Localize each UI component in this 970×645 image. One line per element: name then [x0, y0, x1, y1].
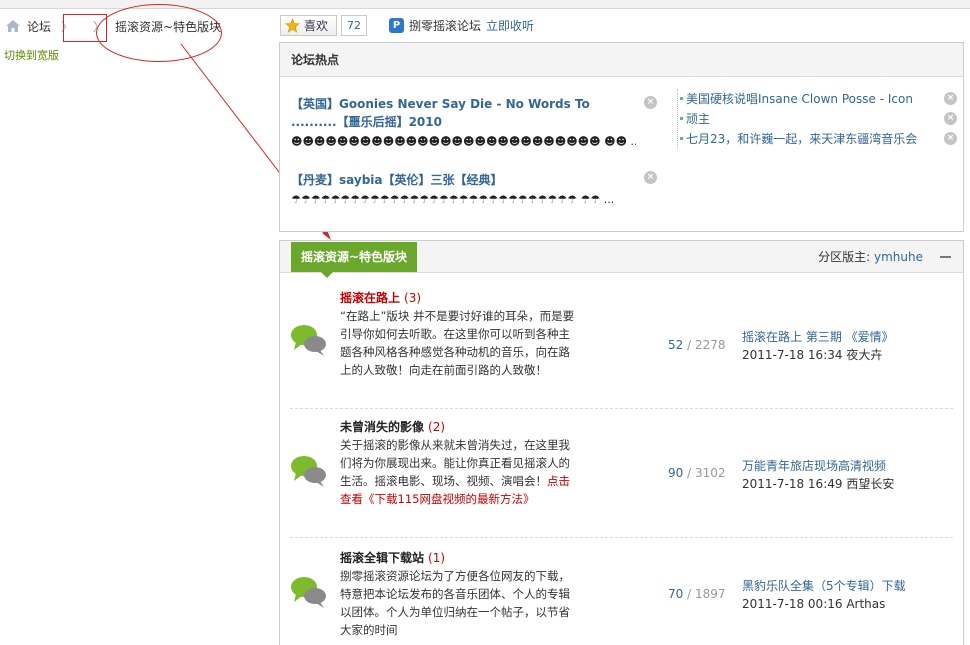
- hot-item: 【英国】Goonies Never Say Die - No Words To …: [291, 95, 636, 149]
- forum-stats: 52 / 2278: [668, 338, 726, 352]
- radio-icon: P: [389, 17, 405, 33]
- forum-row: 摇滚在路上 (3) “在路上”版块 并不是要讨好谁的耳朵，而是要引导你如何去听歌。…: [290, 289, 953, 409]
- annotation-ellipse: [96, 4, 222, 62]
- hot-item-desc: ☻☻☻☻☻☻☻☻☻☻☻☻☻☻☻☻☻☻☻☻☻☻☻☻☻☻☻ ☻☻ ...: [291, 135, 636, 148]
- like-button[interactable]: 喜欢: [280, 14, 338, 36]
- forum-row: 未曾消失的影像 (2) 关于摇滚的影像从来就未曾消失过，在这里我们将为你展现出来。…: [290, 418, 953, 538]
- last-post-meta: 2011-7-18 16:34 夜大卉: [742, 348, 883, 362]
- last-post-title[interactable]: 黑豹乐队全集（5个专辑）下载: [742, 577, 952, 595]
- category-tab-label: 摇滚资源~特色版块: [301, 250, 408, 264]
- hot-right-item[interactable]: 美国硬核说唱Insane Clown Posse - Icon ×: [680, 89, 959, 109]
- moderator-label: 分区版主:: [818, 250, 871, 264]
- switch-wide-link[interactable]: 切换到宽版: [4, 47, 59, 63]
- thread-count: 90: [668, 466, 684, 480]
- category-tab[interactable]: 摇滚资源~特色版块: [291, 242, 418, 278]
- last-post: 万能青年旅店现场高清视频 2011-7-18 16:49 西望长安: [742, 457, 952, 493]
- caret-icon: [321, 272, 333, 278]
- like-label: 喜欢: [304, 18, 329, 33]
- radio-widget[interactable]: P 捌零摇滚论坛 立即收听: [389, 17, 534, 34]
- post-count: 3102: [694, 466, 726, 480]
- last-post: 摇滚在路上 第三期 《爱情》 2011-7-18 16:34 夜大卉: [742, 328, 952, 364]
- chat-bubble-icon[interactable]: [290, 454, 328, 488]
- moderator-info: 分区版主: ymhuhe: [818, 241, 923, 273]
- collapse-icon[interactable]: [940, 256, 951, 258]
- chat-bubble-icon[interactable]: [290, 575, 328, 609]
- last-post: 黑豹乐队全集（5个专辑）下载 2011-7-18 00:16 Arthas: [742, 577, 952, 613]
- hot-right-item-label[interactable]: 七月23，和许巍一起，来天津东疆湾音乐会: [686, 132, 917, 146]
- forum-desc: “在路上”版块 并不是要讨好谁的耳朵，而是要引导你如何去听歌。在这里你可以听到各…: [340, 309, 575, 377]
- post-count: 2278: [694, 338, 726, 352]
- forum-new-count: (2): [428, 420, 446, 434]
- forum-name[interactable]: 摇滚全辑下载站 (1): [340, 549, 576, 567]
- home-icon[interactable]: [5, 19, 21, 33]
- hot-item-title[interactable]: 【英国】Goonies Never Say Die - No Words To …: [291, 95, 636, 131]
- hot-right-item-label[interactable]: 顽主: [686, 112, 710, 126]
- radio-name: 捌零摇滚论坛: [409, 18, 482, 33]
- forum-stats: 90 / 3102: [668, 466, 726, 480]
- hot-topics-title: 论坛热点: [280, 43, 963, 77]
- hot-item-desc: ☂☂☂☂☂☂☂☂☂☂☂☂☂☂☂☂☂☂☂☂☂☂☂☂☂☂☂☂☂ ☂☂ ...: [291, 193, 615, 206]
- forum-info: 摇滚全辑下载站 (1) 捌零摇滚资源论坛为了方便各位网友的下载，特意把本论坛发布的…: [340, 549, 576, 639]
- moderator-name[interactable]: ymhuhe: [874, 250, 923, 264]
- last-post-meta: 2011-7-18 00:16 Arthas: [742, 597, 886, 611]
- last-post-meta: 2011-7-18 16:49 西望长安: [742, 477, 895, 491]
- close-icon[interactable]: ×: [944, 112, 957, 125]
- hot-right-list: 美国硬核说唱Insane Clown Posse - Icon × 顽主 × 七…: [677, 89, 959, 149]
- bullet-icon: [680, 97, 683, 100]
- forum-stats: 70 / 1897: [668, 587, 726, 601]
- forum-category-header: 摇滚资源~特色版块 分区版主: ymhuhe: [280, 241, 963, 278]
- chat-bubble-icon[interactable]: [290, 323, 328, 357]
- hot-item-title[interactable]: 【丹麦】saybia【英伦】三张【经典】: [291, 171, 636, 189]
- like-count: 72: [341, 14, 368, 36]
- listen-now-link[interactable]: 立即收听: [486, 17, 534, 34]
- forum-new-count: (1): [428, 551, 446, 565]
- close-icon[interactable]: ×: [644, 96, 657, 109]
- post-count: 1897: [694, 587, 726, 601]
- thread-count: 52: [668, 338, 684, 352]
- forum-desc: 关于摇滚的影像从来就未曾消失过，在这里我们将为你展现出来。能让你真正看见摇滚人的…: [340, 438, 570, 506]
- bullet-icon: [680, 117, 683, 120]
- hot-topics-panel: 论坛热点 【英国】Goonies Never Say Die - No Word…: [279, 42, 964, 232]
- hot-right-item-label[interactable]: 美国硬核说唱Insane Clown Posse - Icon: [686, 92, 913, 106]
- action-bar: 喜欢 72 P 捌零摇滚论坛 立即收听: [280, 14, 534, 36]
- forum-desc: 捌零摇滚资源论坛为了方便各位网友的下载，特意把本论坛发布的各音乐团体、个人的专辑…: [340, 569, 570, 637]
- forum-category-panel: 摇滚资源~特色版块 分区版主: ymhuhe 摇滚在路上 (3) “在路上”版块 …: [279, 240, 964, 645]
- last-post-title[interactable]: 摇滚在路上 第三期 《爱情》: [742, 328, 952, 346]
- breadcrumb-forum-link[interactable]: 论坛: [27, 18, 51, 35]
- thread-count: 70: [668, 587, 684, 601]
- close-icon[interactable]: ×: [644, 171, 657, 184]
- bullet-icon: [680, 137, 683, 140]
- last-post-title[interactable]: 万能青年旅店现场高清视频: [742, 457, 952, 475]
- hot-right-item[interactable]: 顽主 ×: [680, 109, 959, 129]
- forum-name[interactable]: 摇滚在路上 (3): [340, 289, 576, 307]
- forum-row: 摇滚全辑下载站 (1) 捌零摇滚资源论坛为了方便各位网友的下载，特意把本论坛发布的…: [290, 549, 953, 645]
- close-icon[interactable]: ×: [944, 92, 957, 105]
- forum-info: 未曾消失的影像 (2) 关于摇滚的影像从来就未曾消失过，在这里我们将为你展现出来。…: [340, 418, 576, 508]
- star-icon: [285, 17, 300, 33]
- forum-info: 摇滚在路上 (3) “在路上”版块 并不是要讨好谁的耳朵，而是要引导你如何去听歌。…: [340, 289, 576, 379]
- hot-item: 【丹麦】saybia【英伦】三张【经典】 ☂☂☂☂☂☂☂☂☂☂☂☂☂☂☂☂☂☂☂…: [291, 171, 636, 207]
- forum-name[interactable]: 未曾消失的影像 (2): [340, 418, 576, 436]
- forum-new-count: (3): [404, 291, 422, 305]
- close-icon[interactable]: ×: [944, 132, 957, 145]
- hot-right-item[interactable]: 七月23，和许巍一起，来天津东疆湾音乐会 ×: [680, 129, 959, 149]
